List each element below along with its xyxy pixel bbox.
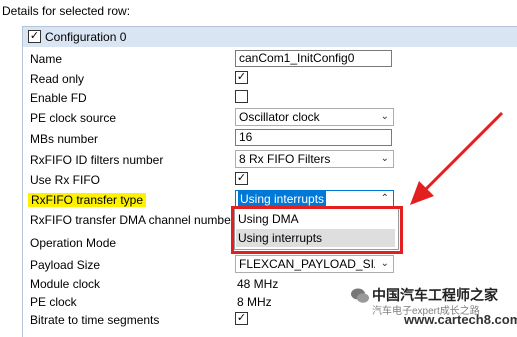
chevron-down-icon: ⌄ <box>380 258 389 269</box>
pe-clock-source-dropdown[interactable]: Oscillator clock ⌄ <box>235 108 394 126</box>
enable-fd-label: Enable FD <box>30 91 87 105</box>
rxfifo-transfer-type-value: Using interrupts <box>238 191 327 207</box>
rxfifo-id-filters-label: RxFIFO ID filters number <box>30 153 164 167</box>
bitrate-label: Bitrate to time segments <box>30 313 160 327</box>
name-input[interactable]: canCom1_InitConfig0 <box>235 50 392 67</box>
pe-clock-label: PE clock <box>30 295 77 309</box>
module-clock-label: Module clock <box>30 277 101 291</box>
rxfifo-id-filters-dropdown[interactable]: 8 Rx FIFO Filters ⌄ <box>235 150 394 168</box>
rxfifo-dma-channel-label: RxFIFO transfer DMA channel number <box>30 213 235 227</box>
chevron-down-icon: ⌄ <box>380 111 389 122</box>
use-rx-fifo-label: Use Rx FIFO <box>30 173 101 187</box>
chevron-up-icon: ⌃ <box>380 193 389 204</box>
pe-clock-source-label: PE clock source <box>30 111 117 125</box>
pe-clock-value: 8 MHz <box>237 295 272 309</box>
annotation-arrow <box>410 111 504 205</box>
read-only-label: Read only <box>30 72 85 86</box>
operation-mode-label: Operation Mode <box>30 236 117 250</box>
configuration-checkbox[interactable]: ✓ <box>28 30 41 43</box>
name-label: Name <box>30 52 63 66</box>
payload-size-dropdown[interactable]: FLEXCAN_PAYLOAD_SIZE_8 ⌄ <box>235 255 394 273</box>
enable-fd-checkbox[interactable] <box>235 90 248 103</box>
configuration-title: Configuration 0 <box>45 30 127 44</box>
mbs-number-input[interactable]: 16 <box>235 129 392 146</box>
pe-clock-source-value: Oscillator clock <box>239 110 320 124</box>
use-rx-fifo-checkbox[interactable]: ✓ <box>235 172 248 185</box>
payload-size-value: FLEXCAN_PAYLOAD_SIZE_8 <box>239 257 375 271</box>
rxfifo-transfer-type-label: RxFIFO transfer type <box>28 193 147 207</box>
module-clock-value: 48 MHz <box>237 277 279 291</box>
wechat-icon <box>351 288 369 303</box>
watermark-url: www.cartech8.com <box>404 312 517 327</box>
read-only-checkbox[interactable]: ✓ <box>235 71 248 84</box>
mbs-number-label: MBs number <box>30 132 99 146</box>
annotation-highlight-box <box>231 206 403 254</box>
details-title: Details for selected row: <box>2 4 131 18</box>
payload-size-label: Payload Size <box>30 258 101 272</box>
rxfifo-id-filters-value: 8 Rx FIFO Filters <box>239 152 331 166</box>
chevron-down-icon: ⌄ <box>380 153 389 164</box>
bitrate-checkbox[interactable]: ✓ <box>235 312 248 325</box>
